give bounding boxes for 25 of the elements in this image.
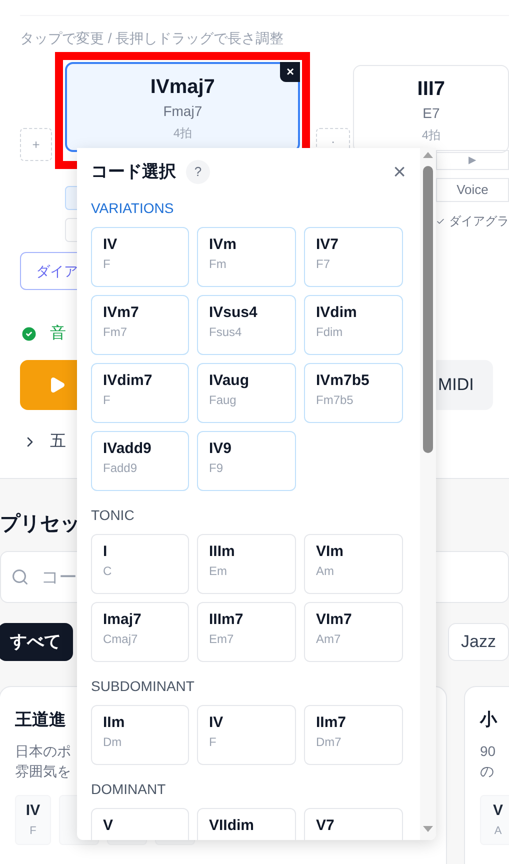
- chord-numeral: III7: [417, 77, 446, 102]
- chord-name: Fmaj7: [163, 102, 202, 120]
- chip-numeral: V: [492, 801, 503, 821]
- chip-name: F: [30, 824, 36, 838]
- preset-description: 雰囲気を: [15, 762, 71, 780]
- status-text: 音: [50, 324, 66, 344]
- preset-title: 小: [480, 709, 497, 731]
- beat-count: 4拍: [173, 125, 192, 142]
- section-heading: VARIATIONS: [91, 199, 174, 218]
- chord-numeral: IVmaj7: [150, 75, 215, 100]
- section-heading: SUBDOMINANT: [91, 677, 194, 696]
- preset-description: 90: [480, 742, 496, 760]
- section-heading: TONIC: [91, 506, 134, 525]
- hint-text: タップで変更 / 長押しドラッグで長さ調整: [20, 29, 285, 48]
- diagram-label: ダイアグラ: [449, 213, 509, 230]
- chord-name: E7: [422, 104, 440, 122]
- section-heading: DOMINANT: [91, 780, 166, 799]
- chip-name: A: [494, 824, 502, 838]
- preset-description: の: [480, 762, 494, 780]
- preset-title: 王道進: [15, 709, 66, 731]
- popup-title: コード選択: [91, 161, 176, 184]
- section-title: プリセッ: [0, 512, 80, 537]
- preset-description: 日本のポ: [15, 742, 71, 760]
- chip-numeral: IV: [26, 801, 40, 821]
- beat-count: 4拍: [422, 127, 441, 144]
